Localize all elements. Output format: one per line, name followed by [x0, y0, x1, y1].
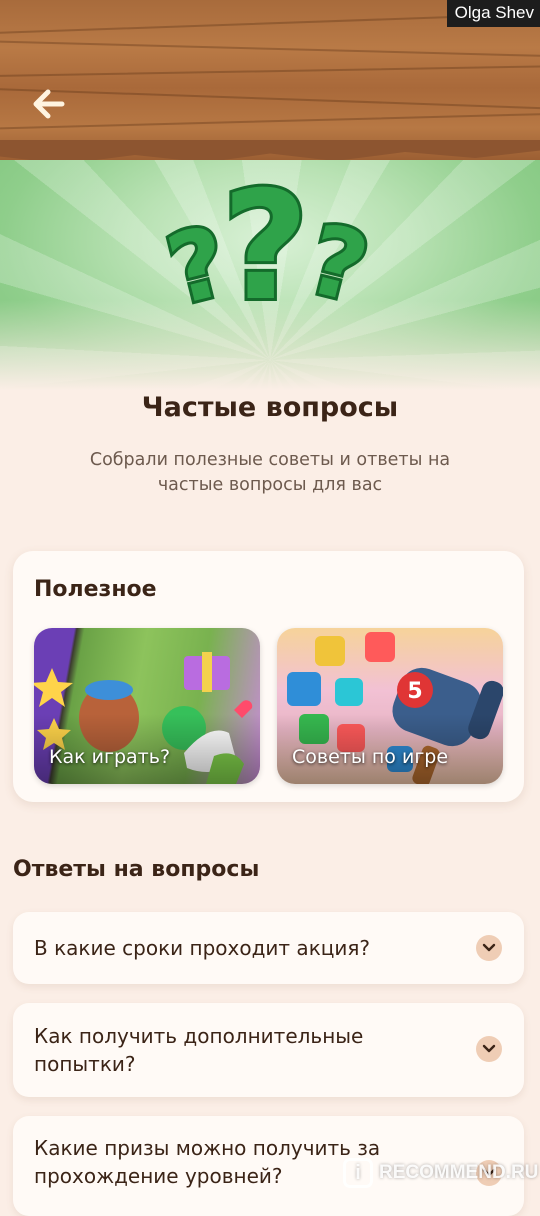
how-to-play-tile[interactable]: Как играть?: [34, 628, 260, 784]
question-marks-icon: ? ? ?: [154, 160, 381, 334]
how-to-play-label: Как играть?: [49, 746, 171, 768]
faq-question: В какие сроки проходит акция?: [34, 936, 371, 960]
hero-banner: ? ? ?: [0, 160, 540, 390]
game-tips-label: Советы по игре: [292, 746, 449, 768]
chevron-down-icon[interactable]: [476, 1036, 502, 1062]
recommend-logo-icon: i: [343, 1158, 373, 1188]
faq-question: Как получить дополнительные попытки?: [34, 1024, 364, 1076]
useful-heading: Полезное: [34, 577, 157, 602]
faq-item[interactable]: В какие сроки проходит акция?: [13, 912, 524, 984]
useful-card: Полезное Как играть? 5 Советы по игре: [13, 551, 524, 802]
page-subtitle: Собрали полезные советы и ответы на част…: [89, 450, 451, 495]
page-title: Частые вопросы: [141, 392, 399, 423]
svg-text:5: 5: [407, 679, 422, 704]
arrow-left-icon: [33, 89, 65, 119]
watermark-text: RECOMMEND.RU: [379, 1162, 539, 1183]
faq-item[interactable]: Как получить дополнительные попытки?: [13, 1003, 524, 1097]
chevron-down-icon[interactable]: [476, 935, 502, 961]
game-tips-tile[interactable]: 5 Советы по игре: [277, 628, 503, 784]
user-name-label: Olga Shev: [446, 0, 540, 27]
faq-heading: Ответы на вопросы: [13, 857, 260, 882]
back-button[interactable]: [26, 82, 70, 126]
watermark: i RECOMMEND.RU: [343, 1153, 538, 1193]
